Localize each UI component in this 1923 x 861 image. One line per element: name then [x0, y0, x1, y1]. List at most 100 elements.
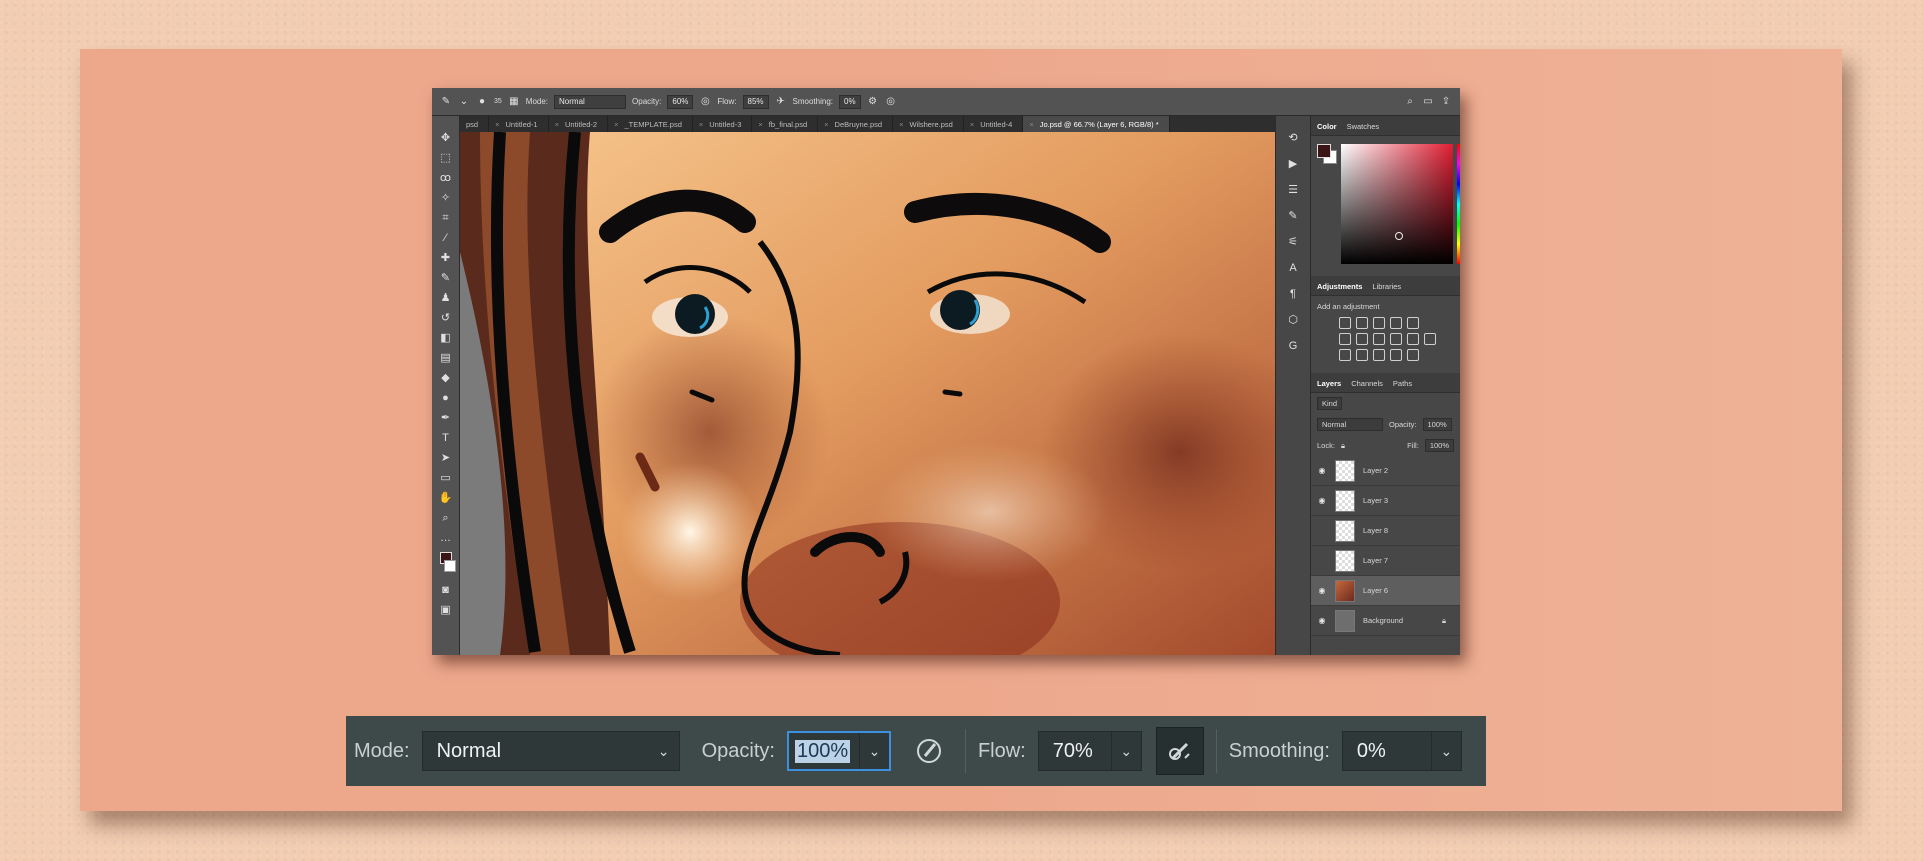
creative-cloud-icon[interactable]: G	[1285, 338, 1301, 354]
opacity-field[interactable]: 60%	[667, 94, 694, 109]
close-icon[interactable]: ×	[758, 120, 762, 129]
brush-preset-icon[interactable]: ●	[476, 96, 488, 108]
color-lookup-icon[interactable]	[1424, 333, 1436, 345]
layer-row[interactable]: ◉ Background 🔒︎	[1311, 606, 1460, 636]
black-white-icon[interactable]	[1373, 333, 1385, 345]
visibility-eye-icon[interactable]: ◉	[1317, 616, 1327, 625]
share-icon[interactable]: ⇪	[1440, 96, 1452, 108]
blur-tool-icon[interactable]: ◆	[438, 370, 454, 386]
threshold-icon[interactable]	[1373, 349, 1385, 361]
doc-tab[interactable]: × Untitled-4	[964, 116, 1024, 132]
chevron-down-icon[interactable]: ⌄	[1430, 732, 1461, 770]
eyedropper-tool-icon[interactable]: ⁄	[438, 230, 454, 246]
layer-row[interactable]: Layer 8	[1311, 516, 1460, 546]
chevron-down-icon[interactable]: ⌄	[1110, 732, 1141, 770]
eraser-tool-icon[interactable]: ◧	[438, 330, 454, 346]
brush-tool-icon[interactable]: ✎	[440, 96, 452, 108]
history-brush-tool-icon[interactable]: ↺	[438, 310, 454, 326]
tab-swatches[interactable]: Swatches	[1347, 122, 1380, 131]
layer-row-selected[interactable]: ◉ Layer 6	[1311, 576, 1460, 606]
smoothing-field[interactable]: 0% ⌄	[1341, 731, 1462, 771]
chevron-down-icon[interactable]: ⌄	[458, 96, 470, 108]
invert-icon[interactable]	[1339, 349, 1351, 361]
visibility-eye-icon[interactable]: ◉	[1317, 586, 1327, 595]
tab-layers[interactable]: Layers	[1317, 379, 1341, 388]
pressure-opacity-icon[interactable]: ◎	[699, 96, 711, 108]
doc-tab[interactable]: psd	[460, 116, 490, 132]
quick-mask-icon[interactable]: ◙	[438, 582, 454, 598]
airbrush-icon[interactable]: ✈	[775, 96, 787, 108]
photo-filter-icon[interactable]	[1390, 333, 1402, 345]
opacity-field[interactable]: 100% ⌄	[786, 731, 891, 771]
dodge-tool-icon[interactable]: ●	[438, 390, 454, 406]
gradient-map-icon[interactable]	[1390, 349, 1402, 361]
brush-settings-icon[interactable]: ⚟	[1285, 234, 1301, 250]
tab-paths[interactable]: Paths	[1393, 379, 1412, 388]
selective-color-icon[interactable]	[1407, 349, 1419, 361]
layer-row[interactable]: ◉ Layer 3	[1311, 486, 1460, 516]
brush-tool-icon[interactable]: ✎	[438, 270, 454, 286]
doc-tab[interactable]: × Wilshere.psd	[893, 116, 964, 132]
layer-row[interactable]: ◉ Layer 2	[1311, 456, 1460, 486]
doc-tab[interactable]: × Untitled-1	[489, 116, 549, 132]
close-icon[interactable]: ×	[970, 120, 974, 129]
flow-field[interactable]: 70% ⌄	[1037, 731, 1142, 771]
hue-saturation-icon[interactable]	[1339, 333, 1351, 345]
chevron-down-icon[interactable]: ⌄	[858, 733, 889, 769]
marquee-tool-icon[interactable]: ⬚	[438, 150, 454, 166]
close-icon[interactable]: ×	[824, 120, 828, 129]
character-icon[interactable]: A	[1285, 260, 1301, 276]
background-color-swatch[interactable]	[443, 560, 456, 572]
hue-slider[interactable]	[1457, 144, 1460, 264]
3d-icon[interactable]: ⬡	[1285, 312, 1301, 328]
posterize-icon[interactable]	[1356, 349, 1368, 361]
mode-select[interactable]: Normal	[554, 94, 627, 109]
visibility-eye-icon[interactable]: ◉	[1317, 496, 1327, 505]
color-field[interactable]	[1341, 144, 1453, 264]
type-tool-icon[interactable]: T	[438, 430, 454, 446]
healing-tool-icon[interactable]: ✚	[438, 250, 454, 266]
pen-tool-icon[interactable]: ✒	[438, 410, 454, 426]
screen-mode-icon[interactable]: ▣	[438, 602, 454, 618]
gradient-tool-icon[interactable]: ▤	[438, 350, 454, 366]
search-icon[interactable]: ⌕	[1404, 96, 1416, 108]
lasso-tool-icon[interactable]: ꝏ	[438, 170, 454, 186]
history-icon[interactable]: ⟲	[1285, 130, 1301, 146]
close-icon[interactable]: ×	[899, 120, 903, 129]
layer-filter-select[interactable]: Kind	[1317, 397, 1343, 410]
chevron-down-icon[interactable]: ⌄	[649, 732, 679, 770]
vibrance-icon[interactable]	[1407, 317, 1419, 329]
properties-icon[interactable]: ☰	[1285, 182, 1301, 198]
flow-field[interactable]: 85%	[742, 94, 769, 109]
smoothing-field[interactable]: 0%	[839, 94, 861, 109]
doc-tab[interactable]: × Untitled-3	[693, 116, 753, 132]
hand-tool-icon[interactable]: ✋	[438, 490, 454, 506]
pressure-opacity-button[interactable]	[905, 727, 953, 775]
channel-mixer-icon[interactable]	[1407, 333, 1419, 345]
brushes-icon[interactable]: ✎	[1285, 208, 1301, 224]
visibility-eye-icon[interactable]: ◉	[1317, 466, 1327, 475]
doc-tab-active[interactable]: × Jo.psd @ 66.7% (Layer 6, RGB/8) *	[1023, 116, 1170, 132]
tab-color[interactable]: Color	[1317, 122, 1337, 131]
fill-field[interactable]: 100%	[1424, 439, 1454, 452]
magic-wand-tool-icon[interactable]: ✧	[438, 190, 454, 206]
workspace-icon[interactable]: ▭	[1422, 96, 1434, 108]
doc-tab[interactable]: × DeBruyne.psd	[818, 116, 894, 132]
zoom-tool-icon[interactable]: ⌕	[438, 510, 454, 526]
rectangle-tool-icon[interactable]: ▭	[438, 470, 454, 486]
close-icon[interactable]: ×	[699, 120, 703, 129]
airbrush-button[interactable]	[1155, 727, 1204, 775]
move-tool-icon[interactable]: ✥	[438, 130, 454, 146]
stamp-tool-icon[interactable]: ♟	[438, 290, 454, 306]
close-icon[interactable]: ×	[1029, 120, 1033, 129]
tab-adjustments[interactable]: Adjustments	[1317, 282, 1362, 291]
doc-tab[interactable]: × fb_final.psd	[752, 116, 819, 132]
close-icon[interactable]: ×	[614, 120, 618, 129]
doc-tab[interactable]: × Untitled-2	[549, 116, 609, 132]
brush-settings-icon[interactable]: ▦	[508, 96, 520, 108]
path-select-tool-icon[interactable]: ➤	[438, 450, 454, 466]
crop-tool-icon[interactable]: ⌗	[438, 210, 454, 226]
foreground-color-chip[interactable]	[1317, 144, 1331, 158]
curves-icon[interactable]	[1373, 317, 1385, 329]
actions-play-icon[interactable]: ▶	[1285, 156, 1301, 172]
